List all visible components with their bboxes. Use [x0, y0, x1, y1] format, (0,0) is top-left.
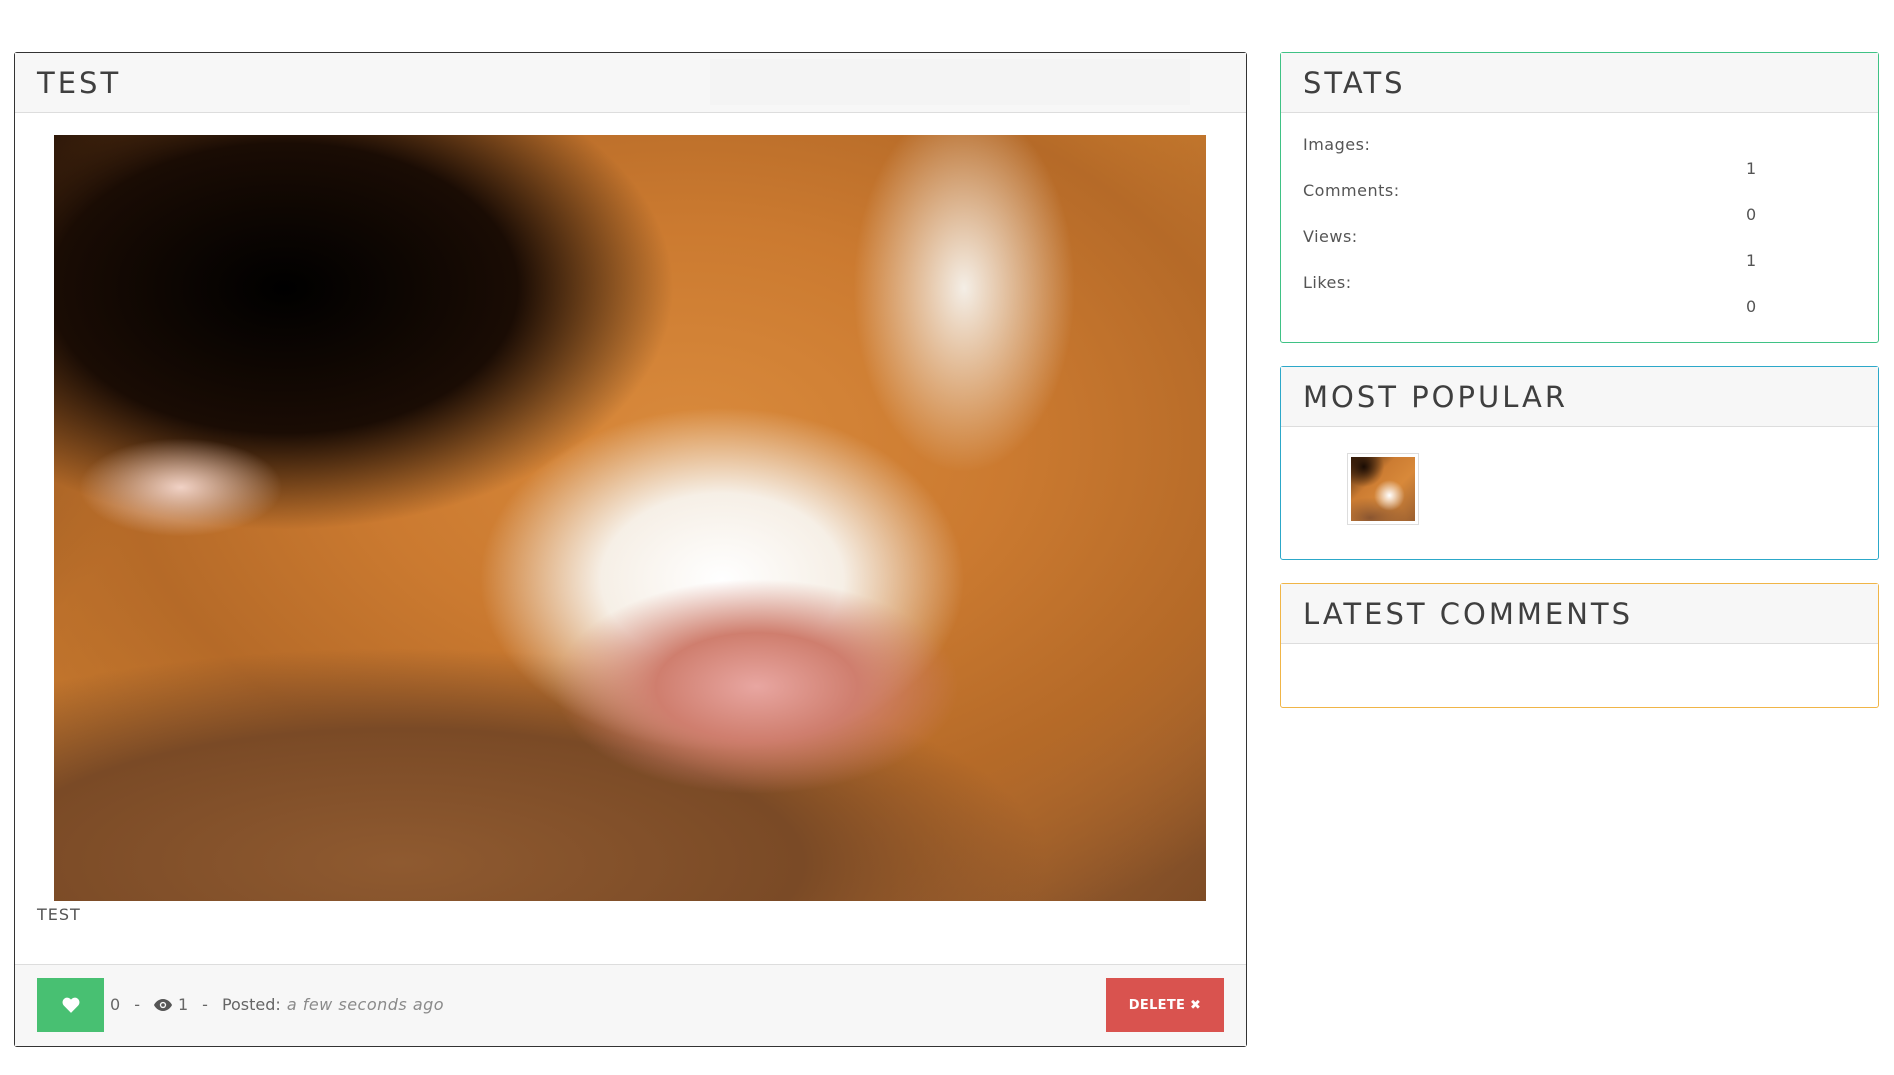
stats-list: Images: 1 Comments: 0 Views: 1 Likes: 0 — [1281, 135, 1878, 319]
image-panel-footer: 0 - 1 - Posted: a few seconds ago DELETE… — [15, 964, 1246, 1046]
image-meta: 0 - 1 - Posted: a few seconds ago — [110, 995, 444, 1014]
image-description: TEST — [37, 905, 81, 924]
meta-separator: - — [202, 995, 208, 1014]
thumbnail-image — [1351, 457, 1415, 521]
like-button[interactable] — [37, 978, 104, 1032]
image-panel: TEST TEST 0 - 1 - Posted: a few seconds … — [14, 52, 1247, 1047]
stat-label: Images: — [1303, 135, 1371, 154]
stats-header: STATS — [1281, 53, 1878, 113]
delete-button[interactable]: DELETE ✖ — [1106, 978, 1224, 1032]
stat-label: Likes: — [1303, 273, 1352, 292]
stat-images: Images: 1 — [1281, 135, 1878, 181]
stat-views: Views: 1 — [1281, 227, 1878, 273]
latest-comments-header: LATEST COMMENTS — [1281, 584, 1878, 644]
stat-value: 1 — [1746, 251, 1757, 270]
like-count: 0 — [110, 995, 121, 1014]
posted-time: a few seconds ago — [286, 995, 445, 1014]
most-popular-title: MOST POPULAR — [1303, 379, 1569, 414]
most-popular-panel: MOST POPULAR — [1280, 366, 1879, 560]
stat-comments: Comments: 0 — [1281, 181, 1878, 227]
latest-comments-title: LATEST COMMENTS — [1303, 596, 1634, 631]
stat-value: 1 — [1746, 159, 1757, 178]
image-panel-header: TEST — [15, 53, 1246, 113]
stat-label: Views: — [1303, 227, 1358, 246]
stat-value: 0 — [1746, 205, 1757, 224]
heart-icon — [62, 997, 79, 1013]
meta-separator: - — [134, 995, 140, 1014]
stat-label: Comments: — [1303, 181, 1400, 200]
eye-icon — [153, 998, 172, 1011]
most-popular-header: MOST POPULAR — [1281, 367, 1878, 427]
stats-panel: STATS Images: 1 Comments: 0 Views: 1 Lik… — [1280, 52, 1879, 343]
stat-value: 0 — [1746, 297, 1757, 316]
image-title: TEST — [37, 65, 122, 100]
main-image — [54, 135, 1206, 901]
latest-comments-panel: LATEST COMMENTS — [1280, 583, 1879, 708]
header-overlay — [710, 59, 1190, 105]
posted-label: Posted: — [221, 995, 281, 1014]
stats-title: STATS — [1303, 65, 1406, 100]
stat-likes: Likes: 0 — [1281, 273, 1878, 319]
view-count: 1 — [177, 995, 189, 1014]
popular-image-thumbnail[interactable] — [1347, 453, 1419, 525]
